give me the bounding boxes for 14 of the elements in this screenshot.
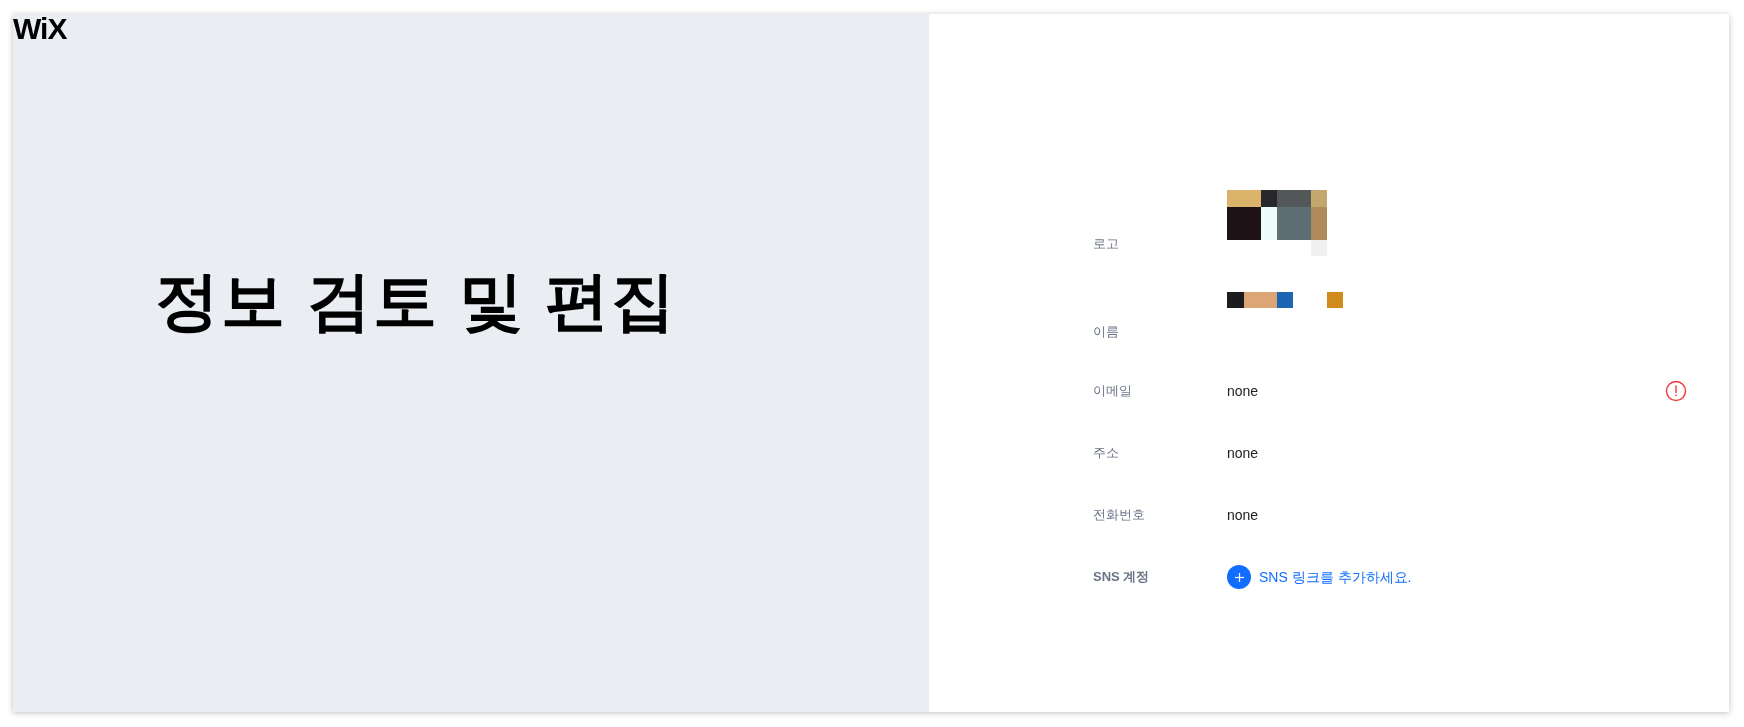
plus-icon bbox=[1234, 572, 1244, 582]
add-button[interactable] bbox=[1227, 565, 1251, 589]
field-label: 이름 bbox=[1093, 323, 1120, 341]
field-value: none bbox=[1227, 443, 1260, 463]
field-label: 로고 bbox=[1093, 235, 1120, 253]
field-label: 이메일 bbox=[1093, 382, 1133, 401]
brand-logo: WiX bbox=[13, 14, 67, 44]
field-value: none bbox=[1227, 381, 1260, 401]
field-label: 주소 bbox=[1093, 444, 1120, 463]
field-label: SNS 계정 bbox=[1093, 568, 1151, 587]
field-label: 전화번호 bbox=[1093, 506, 1146, 525]
field-value: none bbox=[1227, 505, 1260, 525]
page-title: 정보 검토 및 편집 bbox=[155, 263, 678, 339]
add-sns-link[interactable]: SNS 링크를 추가하세요. bbox=[1259, 566, 1412, 588]
